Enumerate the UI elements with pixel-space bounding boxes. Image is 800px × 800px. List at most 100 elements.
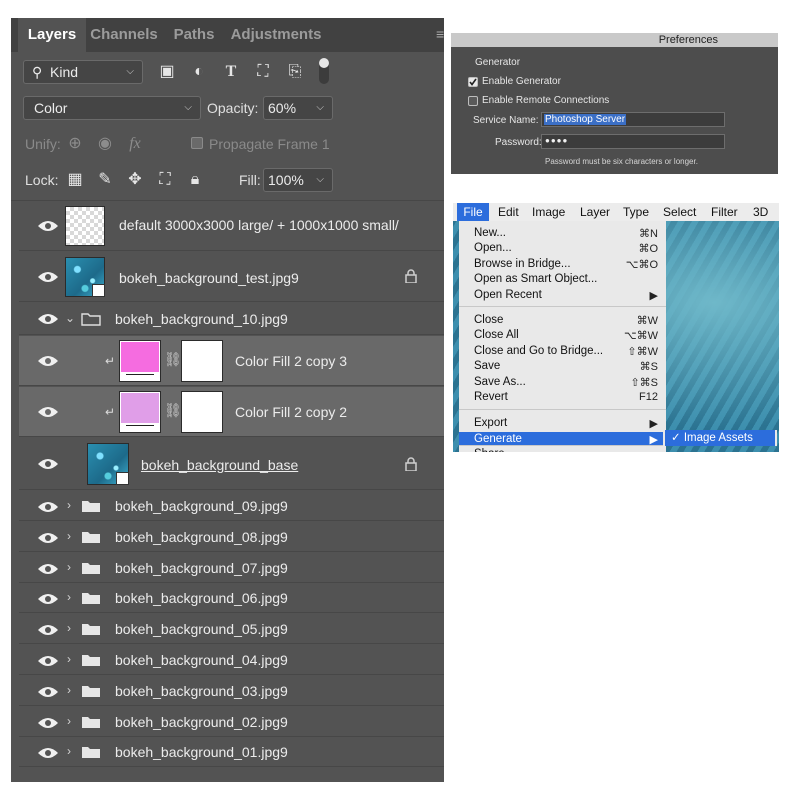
menu-item[interactable]: Close and Go to Bridge... xyxy=(474,345,603,357)
eye-icon[interactable] xyxy=(37,592,59,606)
layer-group-row[interactable]: › bokeh_background_04.jpg9 xyxy=(19,645,444,675)
eye-icon[interactable] xyxy=(37,716,59,730)
fill-field[interactable]: 100% ⌵ xyxy=(263,168,333,192)
eye-icon[interactable] xyxy=(37,531,59,545)
filter-toggle[interactable] xyxy=(319,58,329,84)
panel-menu-icon[interactable]: ≡ xyxy=(436,27,444,43)
layer-mask-thumbnail[interactable] xyxy=(181,340,223,382)
layer-group-row[interactable]: › bokeh_background_07.jpg9 xyxy=(19,553,444,583)
unify-style-icon[interactable]: fx xyxy=(125,134,145,154)
menu-3d[interactable]: 3D xyxy=(753,203,768,221)
layer-group-row[interactable]: › bokeh_background_01.jpg9 xyxy=(19,737,444,768)
menu-item[interactable]: Save As... xyxy=(474,376,526,388)
chevron-right-icon[interactable]: › xyxy=(67,498,71,512)
tab-channels[interactable]: Channels xyxy=(88,18,160,52)
menu-item[interactable]: Browse in Bridge... xyxy=(474,258,571,270)
layer-group-row[interactable]: ⌄ bokeh_background_10.jpg9 xyxy=(19,303,444,335)
opacity-field[interactable]: 60% ⌵ xyxy=(263,96,333,120)
layer-row[interactable]: ↵ ⛓ Color Fill 2 copy 2 xyxy=(19,387,444,437)
chevron-right-icon[interactable]: › xyxy=(67,560,71,574)
tab-layers[interactable]: Layers xyxy=(18,18,86,52)
password-input[interactable]: ●●●● xyxy=(541,134,725,149)
chevron-right-icon[interactable]: › xyxy=(67,590,71,604)
chevron-right-icon[interactable]: › xyxy=(67,529,71,543)
menu-edit[interactable]: Edit xyxy=(498,203,519,221)
filter-kind-dropdown[interactable]: ⚲ Kind ⌵ xyxy=(23,60,143,84)
enable-generator-checkbox[interactable] xyxy=(468,77,478,87)
layer-row[interactable]: bokeh_background_test.jpg9 xyxy=(19,252,444,302)
type-filter-icon[interactable]: T xyxy=(221,62,241,82)
eye-icon[interactable] xyxy=(37,500,59,514)
menu-item[interactable]: Close xyxy=(474,314,503,326)
unify-position-icon[interactable]: ⊕ xyxy=(65,134,85,154)
eye-icon[interactable] xyxy=(37,405,59,419)
chevron-down-icon[interactable]: ⌄ xyxy=(65,311,75,325)
menu-item[interactable]: Export xyxy=(474,417,507,429)
lock-artboard-icon[interactable]: ⛶ xyxy=(155,170,175,190)
menu-item[interactable]: Revert xyxy=(474,391,508,403)
eye-icon[interactable] xyxy=(37,219,59,233)
layer-group-row[interactable]: › bokeh_background_09.jpg9 xyxy=(19,491,444,521)
chevron-right-icon[interactable]: › xyxy=(67,683,71,697)
tab-paths[interactable]: Paths xyxy=(169,18,219,52)
menu-item[interactable]: Generate xyxy=(474,433,522,445)
eye-icon[interactable] xyxy=(37,312,59,326)
chevron-right-icon[interactable]: › xyxy=(67,652,71,666)
clipping-mask-arrow-icon: ↵ xyxy=(105,405,116,419)
lock-transparent-icon[interactable]: ▦ xyxy=(65,170,85,190)
shape-filter-icon[interactable]: ⛶ xyxy=(253,62,273,82)
eye-icon[interactable] xyxy=(37,562,59,576)
tab-adjustments[interactable]: Adjustments xyxy=(229,18,323,52)
menu-filter[interactable]: Filter xyxy=(711,203,738,221)
eye-icon[interactable] xyxy=(37,654,59,668)
eye-icon[interactable] xyxy=(37,623,59,637)
layer-name: bokeh_background_05.jpg9 xyxy=(115,621,288,638)
link-chain-icon[interactable]: ⛓ xyxy=(164,351,182,368)
eye-icon[interactable] xyxy=(37,685,59,699)
layer-group-row[interactable]: › bokeh_background_06.jpg9 xyxy=(19,583,444,614)
eye-icon[interactable] xyxy=(37,457,59,471)
chevron-right-icon[interactable]: › xyxy=(67,714,71,728)
menu-item[interactable]: Close All xyxy=(474,329,519,341)
layer-row[interactable]: bokeh_background_base xyxy=(19,438,444,490)
adjustment-filter-icon[interactable]: ◐ xyxy=(189,62,209,82)
fill-color-thumbnail[interactable] xyxy=(119,391,161,433)
layer-mask-thumbnail[interactable] xyxy=(181,391,223,433)
pixel-filter-icon[interactable]: ▣ xyxy=(157,62,177,82)
menu-item[interactable]: Open... xyxy=(474,242,512,254)
fill-color-thumbnail[interactable] xyxy=(119,340,161,382)
menu-type[interactable]: Type xyxy=(623,203,649,221)
lock-position-move-icon[interactable]: ✥ xyxy=(125,170,145,190)
menu-item[interactable]: Save xyxy=(474,360,500,372)
unify-visibility-icon[interactable]: ◉ xyxy=(95,134,115,154)
chevron-right-icon[interactable]: › xyxy=(67,621,71,635)
eye-icon[interactable] xyxy=(37,270,59,284)
smart-object-filter-icon[interactable]: ⎘ xyxy=(285,62,305,82)
menu-item[interactable]: Open as Smart Object... xyxy=(474,273,597,285)
lock-all-icon[interactable]: 🔒︎ xyxy=(185,170,205,190)
lock-pixels-brush-icon[interactable]: ✎ xyxy=(95,170,115,190)
layer-row[interactable]: default 3000x3000 large/ + 1000x1000 sma… xyxy=(19,201,444,251)
propagate-checkbox[interactable] xyxy=(191,137,203,149)
menu-layer[interactable]: Layer xyxy=(580,203,610,221)
blend-mode-dropdown[interactable]: Color ⌵ xyxy=(23,96,201,120)
menu-file[interactable]: File xyxy=(457,203,489,221)
chevron-right-icon[interactable]: › xyxy=(67,744,71,758)
layer-row[interactable]: ↵ ⛓ Color Fill 2 copy 3 xyxy=(19,336,444,386)
menu-item[interactable]: Share... xyxy=(474,448,514,452)
menu-image[interactable]: Image xyxy=(532,203,565,221)
file-dropdown-menu: New... ⌘N Open... ⌘O Browse in Bridge... ⌥⌘O O… xyxy=(459,221,666,452)
layer-group-row[interactable]: › bokeh_background_03.jpg9 xyxy=(19,676,444,706)
image-assets-menu-item[interactable]: ✓ Image Assets xyxy=(665,430,775,446)
link-chain-icon[interactable]: ⛓ xyxy=(164,402,182,419)
layer-group-row[interactable]: › bokeh_background_02.jpg9 xyxy=(19,707,444,737)
service-name-input[interactable]: Photoshop Server xyxy=(541,112,725,127)
layer-group-row[interactable]: › bokeh_background_05.jpg9 xyxy=(19,614,444,645)
menu-item[interactable]: Open Recent xyxy=(474,289,542,301)
enable-remote-checkbox[interactable] xyxy=(468,96,478,106)
eye-icon[interactable] xyxy=(37,354,59,368)
eye-icon[interactable] xyxy=(37,746,59,760)
layer-group-row[interactable]: › bokeh_background_08.jpg9 xyxy=(19,522,444,552)
menu-item[interactable]: New... xyxy=(474,227,506,239)
menu-select[interactable]: Select xyxy=(663,203,696,221)
